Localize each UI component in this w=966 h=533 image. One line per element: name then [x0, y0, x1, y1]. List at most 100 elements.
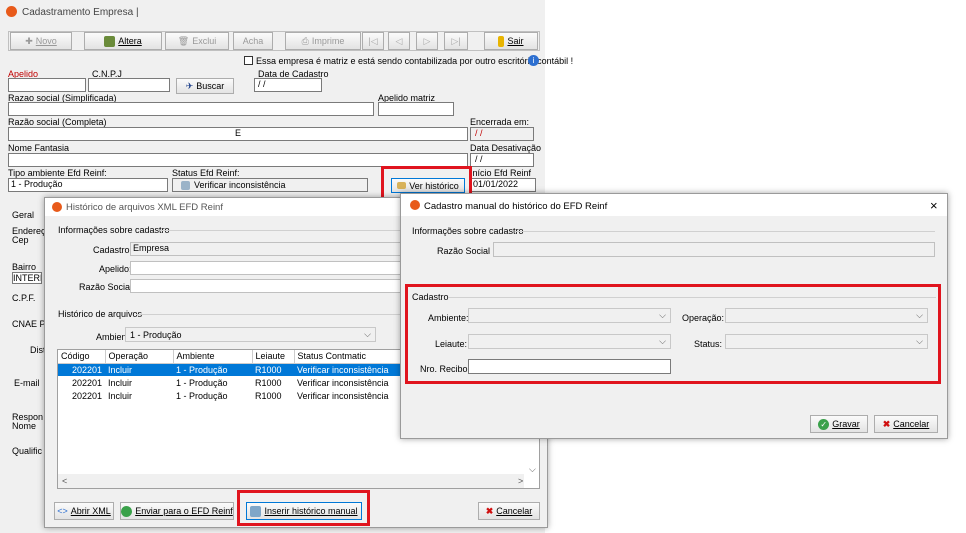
inicio-reinf-input[interactable]: 01/01/2022: [470, 178, 536, 192]
hist-cadastro-label: Cadastro:: [93, 245, 133, 255]
cell-ambiente: 1 - Produção: [176, 364, 228, 375]
razao-completa-input[interactable]: E: [8, 127, 468, 141]
next-record-button[interactable]: ▷: [416, 32, 438, 50]
cell-codigo: 202201: [71, 390, 102, 401]
encerrada-label: Encerrada em:: [470, 117, 530, 127]
exclui-label: Exclui: [192, 36, 217, 46]
col-leiaute[interactable]: Leiaute: [252, 350, 295, 363]
apelido-input[interactable]: [8, 78, 86, 92]
gravar-label: Gravar: [832, 419, 860, 429]
tab-geral[interactable]: Geral: [12, 210, 34, 220]
altera-button[interactable]: Altera: [84, 32, 162, 50]
send-icon: [121, 505, 133, 517]
manual-app-icon: [410, 200, 420, 210]
code-icon: <>: [57, 506, 68, 516]
hist-apelido-field: [130, 261, 402, 275]
exit-icon: [498, 35, 505, 47]
hist-razao-field: [130, 279, 402, 293]
abrir-xml-button[interactable]: <> Abrir XML: [54, 502, 114, 520]
enviar-reinf-button[interactable]: Enviar para o EFD Reinf: [120, 502, 234, 520]
imprime-button[interactable]: ⎙ Imprime: [285, 32, 361, 50]
encerrada-input[interactable]: / /: [470, 127, 534, 141]
hist-ambiente-value: 1 - Produção: [130, 329, 182, 340]
exclui-button[interactable]: 🗑 Exclui: [165, 32, 229, 50]
data-cadastro-input[interactable]: / /: [254, 78, 322, 92]
manual-razao-field: [493, 242, 935, 257]
nome-fantasia-input[interactable]: [8, 153, 468, 167]
acha-label: Acha: [242, 36, 264, 46]
manual-close-icon[interactable]: ×: [930, 198, 938, 213]
gravar-button[interactable]: ✓ Gravar: [810, 415, 868, 433]
cell-operacao: Incluir: [108, 364, 133, 375]
imprime-label: Imprime: [311, 36, 345, 46]
col-operacao[interactable]: Operação: [105, 350, 174, 363]
tipo-ambiente-select[interactable]: 1 - Produção: [8, 178, 168, 192]
window-title: Cadastramento Empresa |: [22, 7, 139, 18]
acha-button[interactable]: Acha: [233, 32, 273, 50]
scroll-down-icon[interactable]: ⌵: [529, 464, 536, 475]
historico-title: Histórico de arquivos XML EFD Reinf: [66, 202, 223, 213]
check-icon: ✓: [818, 418, 830, 430]
abrir-xml-label: Abrir XML: [70, 506, 111, 516]
cell-leiaute: R1000: [255, 390, 282, 401]
app-icon: [6, 6, 17, 17]
data-desativacao-input[interactable]: / /: [470, 153, 534, 167]
status-reinf-field: Verificar inconsistência: [172, 178, 368, 192]
email-label: E-mail: [14, 378, 40, 388]
data-desativacao-label: Data Desativação: [470, 143, 542, 153]
hist-razao-label: Razão Social:: [79, 282, 135, 292]
razao-completa-label: Razão social (Completa): [8, 117, 107, 127]
status-reinf-value: Verificar inconsistência: [194, 180, 286, 190]
historico-app-icon: [52, 202, 62, 212]
prev-record-button[interactable]: ◁: [388, 32, 410, 50]
novo-label: Novo: [35, 36, 57, 46]
bairro-input[interactable]: INTERL: [12, 272, 42, 284]
manual-cadastro-highlight: [405, 284, 941, 384]
chevron-down-icon: ⌵: [364, 329, 371, 339]
manual-info-group-line: [515, 231, 935, 232]
novo-button[interactable]: ✚ Novo: [10, 32, 72, 50]
cell-ambiente: 1 - Produção: [176, 390, 228, 401]
first-record-button[interactable]: |◁: [362, 32, 384, 50]
altera-label: Altera: [118, 36, 142, 46]
matriz-label: Essa empresa é matriz e está sendo conta…: [256, 56, 574, 66]
close-icon: ✖: [882, 418, 891, 429]
manual-info-group-label: Informações sobre cadastro: [412, 226, 524, 236]
cell-leiaute: R1000: [255, 377, 282, 388]
delete-icon: 🗑: [177, 35, 190, 46]
sair-button[interactable]: Sair: [484, 32, 538, 50]
last-record-button[interactable]: ▷|: [444, 32, 468, 50]
razao-simplificada-input[interactable]: [8, 102, 374, 116]
matriz-checkbox[interactable]: [244, 56, 253, 65]
hist-cancelar-button[interactable]: ✖ Cancelar: [478, 502, 540, 520]
manual-razao-label: Razão Social: [437, 246, 491, 256]
qualificacao-label: Qualific: [12, 446, 43, 456]
info-icon[interactable]: i: [528, 55, 539, 66]
enviar-label: Enviar para o EFD Reinf: [135, 506, 233, 516]
cell-operacao: Incluir: [108, 377, 133, 388]
col-ambiente[interactable]: Ambiente: [173, 350, 253, 363]
buscar-button[interactable]: ✈ Buscar: [176, 78, 234, 94]
new-icon: ✚: [25, 35, 33, 46]
hist-hscrollbar[interactable]: [58, 474, 524, 488]
bairro-label: Bairro: [12, 262, 37, 272]
hist-cancelar-label: Cancelar: [496, 506, 533, 516]
cpf-label: C.P.F.: [12, 293, 36, 303]
manual-cancelar-button[interactable]: ✖ Cancelar: [874, 415, 938, 433]
hist-info-group-label: Informações sobre cadastro: [58, 225, 170, 235]
col-codigo[interactable]: Código: [58, 350, 106, 363]
scroll-right-icon[interactable]: >: [518, 476, 523, 486]
nome-label: Nome: [12, 421, 37, 431]
nome-fantasia-label: Nome Fantasia: [8, 143, 70, 153]
search-icon: ✈: [185, 80, 194, 91]
print-icon: ⎙: [301, 35, 309, 46]
cnpj-input[interactable]: [88, 78, 170, 92]
scroll-left-icon[interactable]: <: [62, 476, 67, 486]
tipo-ambiente-label: Tipo ambiente Efd Reinf:: [8, 168, 107, 178]
cell-leiaute: R1000: [255, 364, 282, 375]
apelido-matriz-input[interactable]: [378, 102, 454, 116]
hist-ambiente-select[interactable]: 1 - Produção ⌵: [125, 327, 376, 342]
hist-arquivos-group-label: Histórico de arquivos: [58, 309, 143, 319]
manual-cancelar-label: Cancelar: [893, 419, 930, 429]
hist-arquivos-group-line: [136, 314, 400, 315]
